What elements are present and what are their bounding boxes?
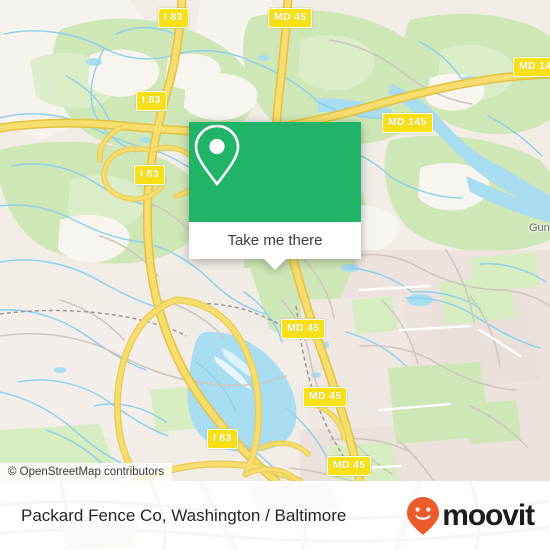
place-label: Gun [529, 222, 550, 234]
road-shield: I 83 [158, 8, 189, 28]
road-shield: MD 145 [382, 113, 433, 133]
road-shield: I 83 [207, 429, 238, 449]
location-popup[interactable]: Take me there [189, 122, 361, 270]
map-page: I 83 MD 45 MD 14 I 83 MD 145 I 83 MD 45 MD 45 I … [0, 0, 550, 550]
map-attribution: © OpenStreetMap contributors [0, 463, 173, 481]
road-shield: MD 45 [327, 456, 372, 476]
road-shield: I 83 [134, 165, 165, 185]
moovit-wordmark: moovit [442, 498, 535, 532]
take-me-there-label: Take me there [227, 232, 323, 249]
popup-tail [264, 259, 286, 270]
road-shield: MD 45 [303, 387, 348, 407]
road-shield: MD 45 [281, 319, 326, 339]
footer-bar: Packard Fence Co, Washington / Baltimore… [0, 481, 550, 550]
place-title: Packard Fence Co, Washington / Baltimore [21, 505, 347, 525]
map-canvas[interactable]: I 83 MD 45 MD 14 I 83 MD 145 I 83 MD 45 MD 45 I … [0, 0, 550, 481]
road-shield: I 83 [136, 91, 167, 111]
moovit-smiley-pin-icon [407, 496, 440, 535]
moovit-logo[interactable]: moovit [406, 496, 535, 536]
take-me-there-button[interactable]: Take me there [189, 222, 361, 270]
popup-header [189, 122, 361, 222]
road-shield: MD 14 [513, 57, 550, 77]
road-shield: MD 45 [268, 8, 313, 28]
map-pin-icon [194, 124, 240, 187]
